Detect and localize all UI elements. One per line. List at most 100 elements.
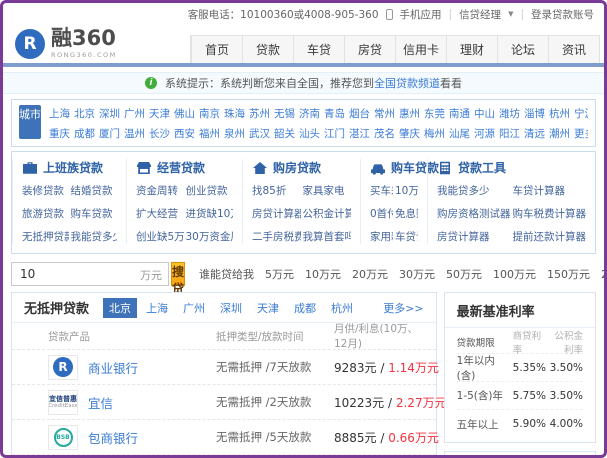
category-link[interactable]: 我能贷多少 bbox=[437, 183, 511, 198]
quick-amount-link[interactable]: 150万元 bbox=[547, 266, 590, 282]
nav-item[interactable]: 贷款 bbox=[242, 36, 293, 63]
city-link[interactable]: 湛江 bbox=[349, 126, 370, 141]
city-link[interactable]: 肇庆 bbox=[399, 126, 420, 141]
category-link[interactable]: 0首付购车贷 bbox=[370, 206, 393, 221]
city-link[interactable]: 杭州 bbox=[549, 106, 570, 121]
city-link[interactable]: 上海 bbox=[49, 106, 70, 121]
city-link[interactable]: 江门 bbox=[324, 126, 345, 141]
category-title[interactable]: 上班族贷款 bbox=[43, 159, 103, 176]
city-tab[interactable]: 北京 bbox=[103, 297, 138, 318]
quick-amount-link[interactable]: 20万元 bbox=[352, 266, 388, 282]
category-link[interactable]: 购车贷款 bbox=[71, 206, 118, 221]
city-link[interactable]: 茂名 bbox=[374, 126, 395, 141]
mobile-app-link[interactable]: 手机应用 bbox=[400, 7, 442, 22]
city-link[interactable]: 佛山 bbox=[174, 106, 195, 121]
city-link[interactable]: 珠海 bbox=[224, 106, 245, 121]
credit-manager-link[interactable]: 信贷经理 bbox=[459, 7, 501, 22]
category-link[interactable]: 30万资金周转 bbox=[186, 229, 234, 244]
category-link[interactable]: 提前还款计算器 bbox=[513, 229, 587, 244]
category-link[interactable]: 我算首套吗 bbox=[303, 229, 352, 244]
city-tab[interactable]: 杭州 bbox=[325, 298, 359, 318]
nav-item[interactable]: 论坛 bbox=[497, 36, 548, 63]
quick-amount-link[interactable]: 50万元 bbox=[446, 266, 482, 282]
city-tab[interactable]: 上海 bbox=[140, 298, 174, 318]
city-tab[interactable]: 广州 bbox=[177, 298, 211, 318]
city-link[interactable]: 成都 bbox=[74, 126, 95, 141]
category-link[interactable]: 二手房税费 bbox=[252, 229, 301, 244]
login-link[interactable]: 登录贷款账号 bbox=[531, 7, 594, 22]
nav-item[interactable]: 车贷 bbox=[293, 36, 344, 63]
category-link[interactable]: 购车税费计算器 bbox=[513, 206, 587, 221]
city-tab[interactable]: 天津 bbox=[251, 298, 285, 318]
city-link[interactable]: 韶关 bbox=[274, 126, 295, 141]
category-link[interactable]: 车贷计算器 bbox=[513, 183, 587, 198]
city-tab[interactable]: 深圳 bbox=[214, 298, 248, 318]
category-link[interactable]: 资金周转 bbox=[136, 183, 184, 198]
quick-amount-link[interactable]: 10万元 bbox=[305, 266, 341, 282]
city-link[interactable]: 天津 bbox=[149, 106, 170, 121]
city-link[interactable]: 烟台 bbox=[349, 106, 370, 121]
city-link[interactable]: 温州 bbox=[124, 126, 145, 141]
nav-item[interactable]: 房贷 bbox=[344, 36, 395, 63]
city-link[interactable]: 汕头 bbox=[299, 126, 320, 141]
quick-amount-link[interactable]: 200万元 bbox=[601, 266, 604, 282]
caret-down-icon[interactable]: ▼ bbox=[508, 10, 513, 18]
city-link[interactable]: 长沙 bbox=[149, 126, 170, 141]
quick-amount-link[interactable]: 100万元 bbox=[493, 266, 536, 282]
bank-name-link[interactable]: 商业银行 bbox=[88, 358, 138, 377]
city-link[interactable]: 西安 bbox=[174, 126, 195, 141]
bank-name-link[interactable]: 包商银行 bbox=[88, 428, 138, 447]
category-link[interactable]: 旅游贷款 bbox=[22, 206, 69, 221]
quick-amount-link[interactable]: 30万元 bbox=[399, 266, 435, 282]
quick-amount-link[interactable]: 谁能贷给我 bbox=[199, 266, 254, 282]
nav-item[interactable]: 资讯 bbox=[548, 36, 599, 63]
category-link[interactable]: 创业缺5万 bbox=[136, 229, 184, 244]
city-link[interactable]: 苏州 bbox=[249, 106, 270, 121]
category-link[interactable]: 10万汽车贷 bbox=[395, 183, 418, 198]
category-title[interactable]: 经营贷款 bbox=[157, 159, 205, 176]
category-link[interactable]: 无抵押贷款 bbox=[22, 229, 69, 244]
category-link[interactable]: 扩大经营 bbox=[136, 206, 184, 221]
city-link[interactable]: 东莞 bbox=[424, 106, 445, 121]
city-link[interactable]: 武汉 bbox=[249, 126, 270, 141]
city-link[interactable]: 常州 bbox=[374, 106, 395, 121]
city-link[interactable]: 深圳 bbox=[99, 106, 120, 121]
category-link[interactable]: 房贷计算器 bbox=[252, 206, 301, 221]
city-link[interactable]: 泉州 bbox=[224, 126, 245, 141]
national-loan-channel-link[interactable]: 全国贷款频道 bbox=[374, 77, 440, 90]
city-link[interactable]: 更多>> bbox=[574, 126, 588, 141]
category-link[interactable]: 车贷计算器 bbox=[395, 229, 418, 244]
city-link[interactable]: 广州 bbox=[124, 106, 145, 121]
city-link[interactable]: 无锡 bbox=[274, 106, 295, 121]
category-link[interactable]: 装修贷款 bbox=[22, 183, 69, 198]
category-link[interactable]: 房贷计算器 bbox=[437, 229, 511, 244]
category-link[interactable]: 进货缺10万 bbox=[186, 206, 234, 221]
city-tab[interactable]: 成都 bbox=[288, 298, 322, 318]
search-loan-button[interactable]: 搜贷款 bbox=[171, 262, 186, 313]
more-loans-link[interactable]: 更多>> bbox=[383, 300, 423, 316]
city-link[interactable]: 潮州 bbox=[549, 126, 570, 141]
logo[interactable]: R 融360 RONG360.COM bbox=[15, 28, 117, 59]
category-link[interactable]: 免息购车贷 bbox=[395, 206, 418, 221]
city-link[interactable]: 阳江 bbox=[499, 126, 520, 141]
city-link[interactable]: 清远 bbox=[524, 126, 545, 141]
city-link[interactable]: 梅州 bbox=[424, 126, 445, 141]
city-link[interactable]: 南京 bbox=[199, 106, 220, 121]
city-link[interactable]: 济南 bbox=[299, 106, 320, 121]
city-link[interactable]: 北京 bbox=[74, 106, 95, 121]
city-link[interactable]: 淄博 bbox=[524, 106, 545, 121]
category-title[interactable]: 贷款工具 bbox=[458, 159, 506, 176]
category-link[interactable]: 家具家电 bbox=[303, 183, 352, 198]
category-link[interactable]: 公积金计算器 bbox=[303, 206, 352, 221]
category-link[interactable]: 买车差5万 bbox=[370, 183, 393, 198]
bank-name-link[interactable]: 宜信 bbox=[88, 393, 113, 412]
city-link[interactable]: 潍坊 bbox=[499, 106, 520, 121]
city-link[interactable]: 汕尾 bbox=[449, 126, 470, 141]
category-link[interactable]: 找85折 bbox=[252, 183, 301, 198]
nav-item[interactable]: 首页 bbox=[191, 36, 242, 63]
city-link[interactable]: 重庆 bbox=[49, 126, 70, 141]
city-link[interactable]: 福州 bbox=[199, 126, 220, 141]
city-link[interactable]: 惠州 bbox=[399, 106, 420, 121]
nav-item[interactable]: 理财 bbox=[446, 36, 497, 63]
nav-item[interactable]: 信用卡 bbox=[395, 36, 446, 63]
